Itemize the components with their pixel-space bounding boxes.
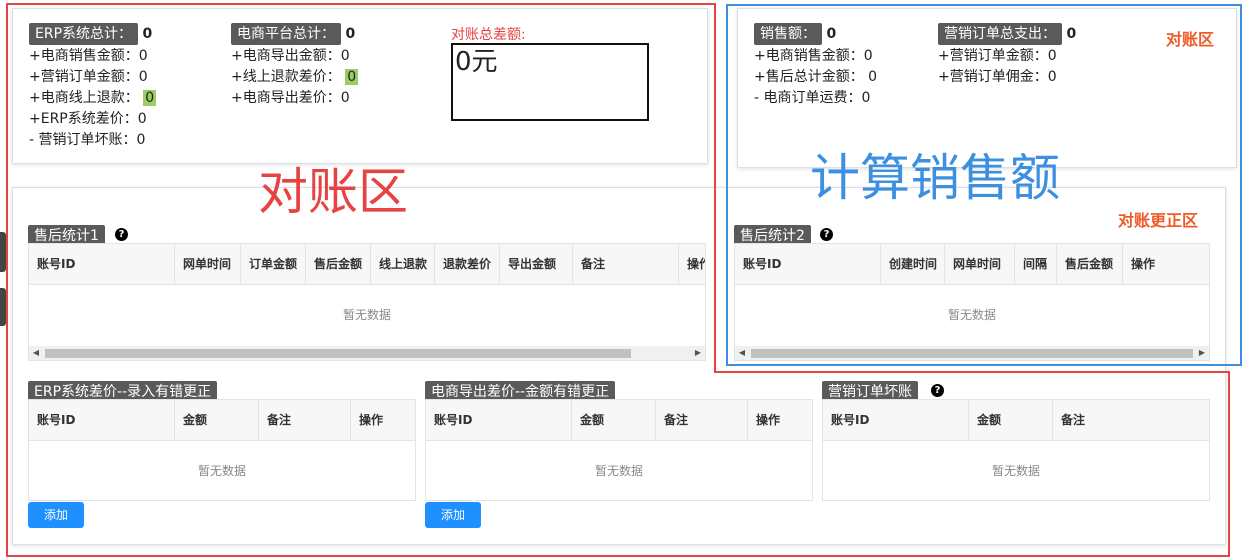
recon-zone-big-label: 对账区 (258, 163, 408, 221)
sales-calc-label: 计算销售额 (810, 149, 1060, 207)
recon-zone-side (1228, 371, 1230, 375)
recon-fix-zone-label: 对账更正区 (1118, 211, 1199, 230)
recon-zone-small-label: 对账区 (1166, 30, 1215, 49)
recon-zone-connector (714, 371, 1230, 373)
recon-zone-frame-bottom (6, 373, 1230, 557)
